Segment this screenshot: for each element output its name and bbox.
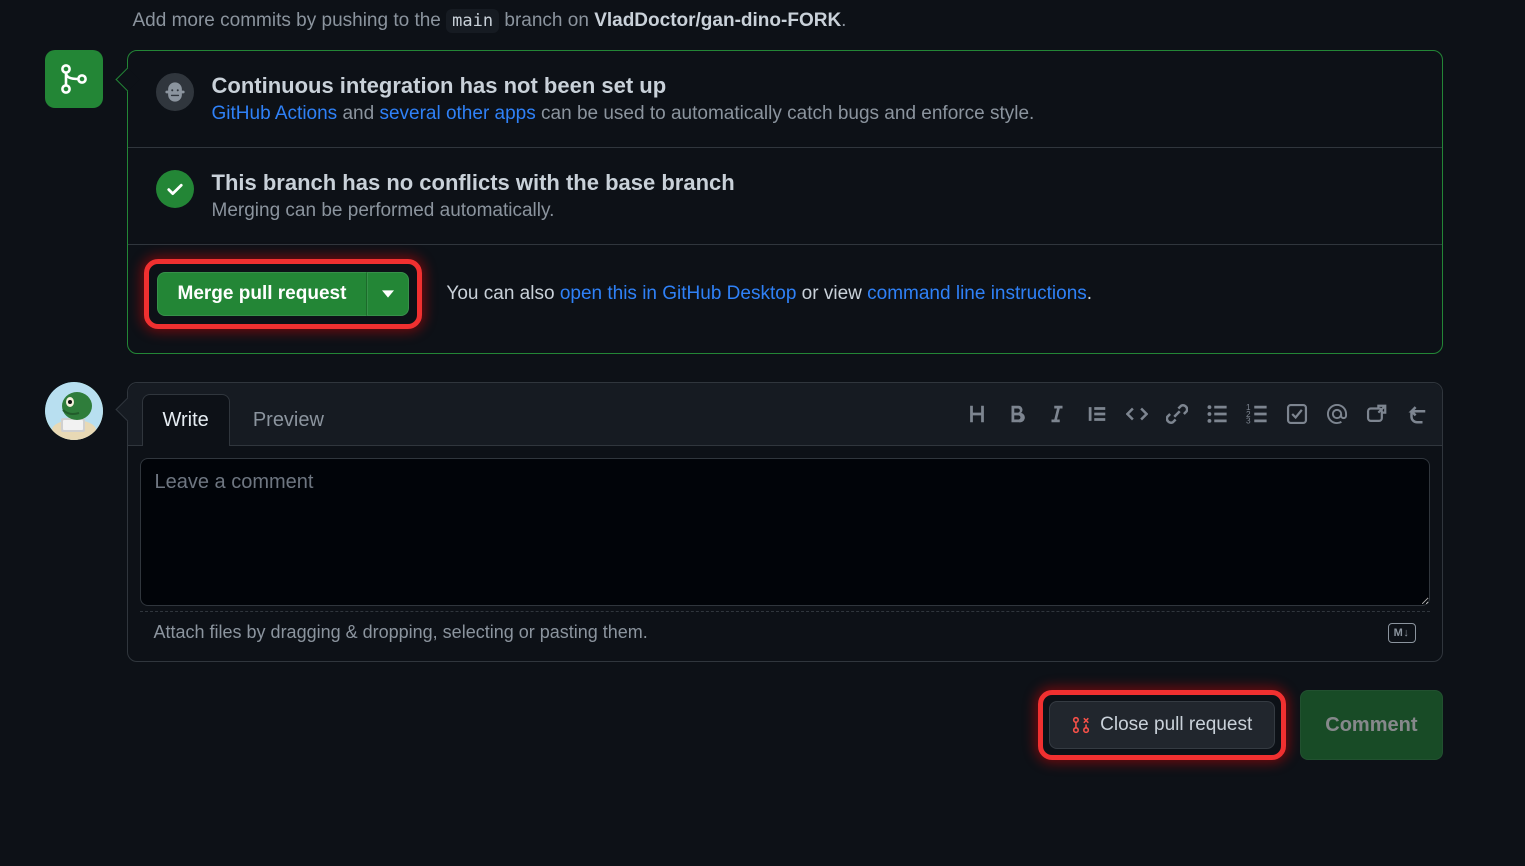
merge-status-badge <box>45 50 103 108</box>
git-pr-closed-icon <box>1072 716 1090 734</box>
open-github-desktop-link[interactable]: open this in GitHub Desktop <box>560 283 797 304</box>
push-hint: Add more commits by pushing to the main … <box>133 10 1503 32</box>
no-conflicts-title: This branch has no conflicts with the ba… <box>212 170 735 196</box>
close-button-highlight: Close pull request <box>1038 690 1286 760</box>
mention-icon[interactable] <box>1326 403 1348 425</box>
close-pr-label: Close pull request <box>1100 714 1252 736</box>
numbered-list-icon[interactable]: 123 <box>1246 403 1268 425</box>
heading-icon[interactable] <box>966 403 988 425</box>
github-actions-link[interactable]: GitHub Actions <box>212 103 338 124</box>
bulleted-list-icon[interactable] <box>1206 403 1228 425</box>
hint-suffix: . <box>841 10 846 31</box>
branch-code: main <box>446 9 499 33</box>
hint-mid: branch on <box>499 10 594 31</box>
tab-write[interactable]: Write <box>142 394 230 446</box>
italic-icon[interactable] <box>1046 403 1068 425</box>
merge-also-text: You can also open this in GitHub Desktop… <box>446 283 1092 305</box>
comment-textarea[interactable] <box>140 458 1430 606</box>
link-icon[interactable] <box>1166 403 1188 425</box>
tab-preview[interactable]: Preview <box>232 394 345 446</box>
close-pr-button[interactable]: Close pull request <box>1049 701 1275 749</box>
caret-down-icon <box>382 288 394 300</box>
tasklist-icon[interactable] <box>1286 403 1308 425</box>
merge-panel: Continuous integration has not been set … <box>127 50 1443 354</box>
merge-button-highlight: Merge pull request <box>144 259 423 329</box>
merge-pr-button[interactable]: Merge pull request <box>157 272 368 316</box>
quote-icon[interactable] <box>1086 403 1108 425</box>
merge-options-dropdown[interactable] <box>367 272 409 316</box>
git-merge-icon <box>58 63 90 95</box>
reply-icon[interactable] <box>1406 403 1428 425</box>
check-icon <box>156 170 194 208</box>
markdown-icon[interactable]: M↓ <box>1388 623 1416 643</box>
attach-hint-text[interactable]: Attach files by dragging & dropping, sel… <box>154 622 648 643</box>
hint-prefix: Add more commits by pushing to the <box>133 10 447 31</box>
comment-panel: Write Preview 123 <box>127 382 1443 662</box>
cli-instructions-link[interactable]: command line instructions <box>867 283 1087 304</box>
no-conflicts-sub: Merging can be performed automatically. <box>212 200 735 222</box>
ci-not-setup-title: Continuous integration has not been set … <box>212 73 1035 99</box>
formatting-toolbar: 123 <box>966 403 1428 425</box>
svg-text:3: 3 <box>1246 417 1251 425</box>
bot-icon <box>156 73 194 111</box>
user-avatar[interactable] <box>45 382 103 440</box>
code-icon[interactable] <box>1126 403 1148 425</box>
bold-icon[interactable] <box>1006 403 1028 425</box>
repo-name: VladDoctor/gan-dino-FORK <box>594 10 841 31</box>
cross-reference-icon[interactable] <box>1366 403 1388 425</box>
comment-button[interactable]: Comment <box>1300 690 1442 760</box>
other-apps-link[interactable]: several other apps <box>379 103 535 124</box>
ci-subtext: GitHub Actions and several other apps ca… <box>212 103 1035 125</box>
